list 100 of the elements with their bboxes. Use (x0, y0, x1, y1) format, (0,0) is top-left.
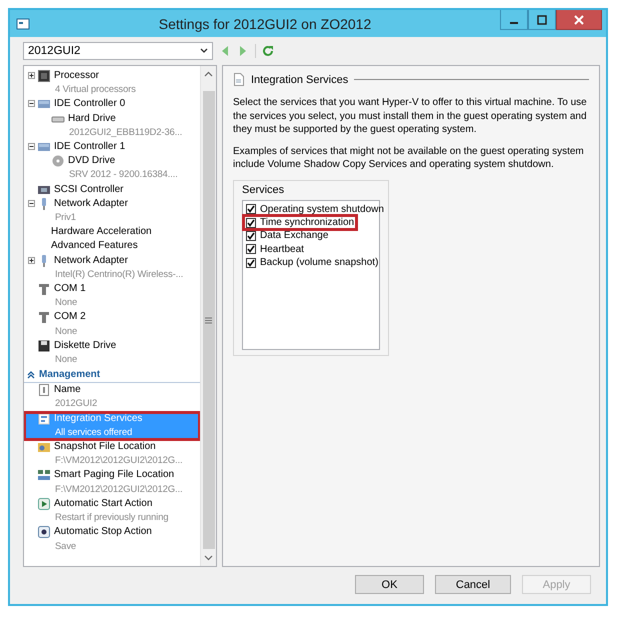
item-name: COM 2 (54, 310, 86, 324)
tree-item[interactable]: IDE Controller 1 (24, 140, 200, 154)
item-detail: Intel(R) Centrino(R) Wireless-... (54, 268, 184, 282)
item-detail: Restart if previously running (54, 511, 168, 526)
item-detail: SRV 2012 - 9200.16384.... (68, 168, 178, 182)
item-detail: F:\VM2012\2012GUI2\2012G... (54, 482, 182, 497)
item-name: Automatic Start Action (54, 496, 154, 511)
minimize-icon (510, 22, 518, 24)
item-detail: None (54, 324, 78, 339)
checkbox[interactable] (246, 258, 256, 268)
refresh-icon[interactable] (262, 45, 274, 57)
item-name: Name (54, 383, 82, 398)
chevron-down-icon (200, 48, 208, 54)
folder-camera-icon (37, 440, 51, 454)
item-detail: 4 Virtual processors (54, 83, 136, 98)
item-detail: 2012GUI2 (54, 397, 98, 412)
tree-item[interactable]: Diskette Drive None (24, 338, 200, 368)
tree-item[interactable]: Hard Drive 2012GUI2_EBB119D2-36... (24, 112, 200, 140)
item-name: Processor (54, 69, 100, 83)
item-detail: F:\VM2012\2012GUI2\2012G... (54, 454, 182, 468)
item-name: IDE Controller 0 (54, 97, 126, 112)
group-label: Services (242, 184, 284, 196)
tree-item[interactable]: Snapshot File Location F:\VM2012\2012GUI2\2012G... (24, 440, 200, 468)
dialog-button[interactable]: Cancel (435, 575, 511, 594)
item-name: Advanced Features (51, 239, 138, 254)
tree-item[interactable]: Automatic Start Action Restart if previously running (24, 496, 200, 526)
expand-icon[interactable] (28, 72, 35, 79)
item-name: Diskette Drive (54, 338, 116, 353)
item-name: DVD Drive (68, 154, 116, 168)
service-item[interactable]: Operating system shutdown (244, 202, 386, 216)
description-text: Select the services that you want Hyper-V to offer to this virtual machine. To use the services you select, you must install them in the guest operating system and they must be supported by the guest operating system. (233, 96, 588, 136)
close-icon (574, 14, 584, 24)
checkbox[interactable] (246, 231, 256, 242)
tree-item[interactable]: COM 2 None (24, 310, 200, 339)
dialog-button[interactable]: OK (355, 575, 424, 594)
tree-item[interactable]: IDE Controller 0 (24, 97, 200, 112)
item-name: Automatic Stop Action (54, 525, 152, 540)
item-name: Hardware Acceleration (51, 225, 152, 240)
item-name: Network Adapter (54, 254, 129, 268)
minimize-button[interactable] (500, 10, 528, 30)
item-detail: 2012GUI2_EBB119D2-36... (68, 126, 182, 140)
tree-item[interactable]: Network Adapter Intel(R) Centrino(R) Wireless-... (24, 254, 200, 282)
item-name: Network Adapter (54, 196, 128, 211)
settings-window-icon (16, 16, 30, 30)
tree-item[interactable]: Name 2012GUI2 (24, 383, 200, 412)
scrollbar[interactable] (200, 66, 216, 566)
item-name: Snapshot File Location (54, 440, 157, 454)
window-title: Settings for 2012GUI2 on ZO2012 (158, 16, 372, 32)
tree-item[interactable]: SCSI Controller (24, 182, 200, 197)
tree-item[interactable]: Automatic Stop Action Save (24, 525, 200, 554)
port-icon (37, 310, 51, 324)
collapse-icon[interactable] (28, 200, 35, 207)
disc-icon (51, 154, 65, 168)
item-name: Integration Services (54, 412, 142, 426)
tree-item[interactable]: Advanced Features (24, 239, 200, 254)
service-item[interactable]: Time synchronization (244, 216, 356, 230)
tree-item[interactable]: Hardware Acceleration (24, 225, 200, 240)
item-detail: All services offered (54, 426, 134, 440)
panel-title: Integration Services (251, 74, 348, 86)
scroll-up-icon[interactable] (204, 70, 213, 79)
grip-icon (205, 316, 212, 324)
collapse-icon[interactable] (28, 100, 35, 108)
info-card-icon (37, 383, 51, 398)
service-item[interactable]: Data Exchange (244, 229, 330, 243)
play-icon (37, 496, 51, 511)
vm-dropdown[interactable]: 2012GUI2 (23, 42, 213, 60)
service-item[interactable]: Backup (volume snapshot) (244, 256, 380, 270)
description-text: Examples of services that might not be available on the guest operating system include Volume Shadow Copy Services and operating system shutdown. (233, 144, 585, 172)
item-name: COM 1 (54, 282, 86, 296)
item-name: IDE Controller 1 (54, 140, 126, 154)
item-detail: Save (54, 540, 78, 554)
maximize-button[interactable] (528, 10, 556, 30)
item-detail: None (54, 353, 78, 368)
close-button[interactable] (556, 10, 602, 30)
checkbox[interactable] (246, 244, 256, 254)
tree-item[interactable]: COM 1 None (24, 282, 200, 310)
maximize-icon (537, 14, 547, 24)
expand-icon[interactable] (28, 256, 35, 264)
item-name: Smart Paging File Location (54, 468, 176, 482)
collapse-icon[interactable] (28, 143, 35, 150)
floppy-icon (37, 338, 51, 353)
tree-item[interactable]: DVD Drive SRV 2012 - 9200.16384.... (24, 154, 200, 183)
collapse-icon (27, 370, 35, 379)
tree-item[interactable]: Network Adapter Priv1 (24, 196, 200, 226)
scroll-down-icon[interactable] (204, 553, 213, 562)
service-item[interactable]: Heartbeat (244, 242, 306, 256)
checkbox[interactable] (246, 218, 256, 228)
item-detail: Priv1 (54, 211, 77, 226)
checkbox[interactable] (246, 204, 256, 214)
item-detail: None (54, 296, 78, 310)
page-icon (233, 73, 245, 86)
port-icon (37, 282, 51, 296)
section-header[interactable]: Management (24, 367, 200, 384)
pages-icon (37, 468, 51, 482)
item-name: SCSI Controller (54, 182, 124, 197)
stop-action-icon (37, 525, 51, 540)
tree-item[interactable]: Smart Paging File Location F:\VM2012\2012GUI2\2012G... (24, 468, 200, 497)
item-name: Hard Drive (68, 112, 117, 126)
chip-icon (37, 69, 51, 83)
tree-item[interactable]: Processor 4 Virtual processors (24, 69, 200, 98)
